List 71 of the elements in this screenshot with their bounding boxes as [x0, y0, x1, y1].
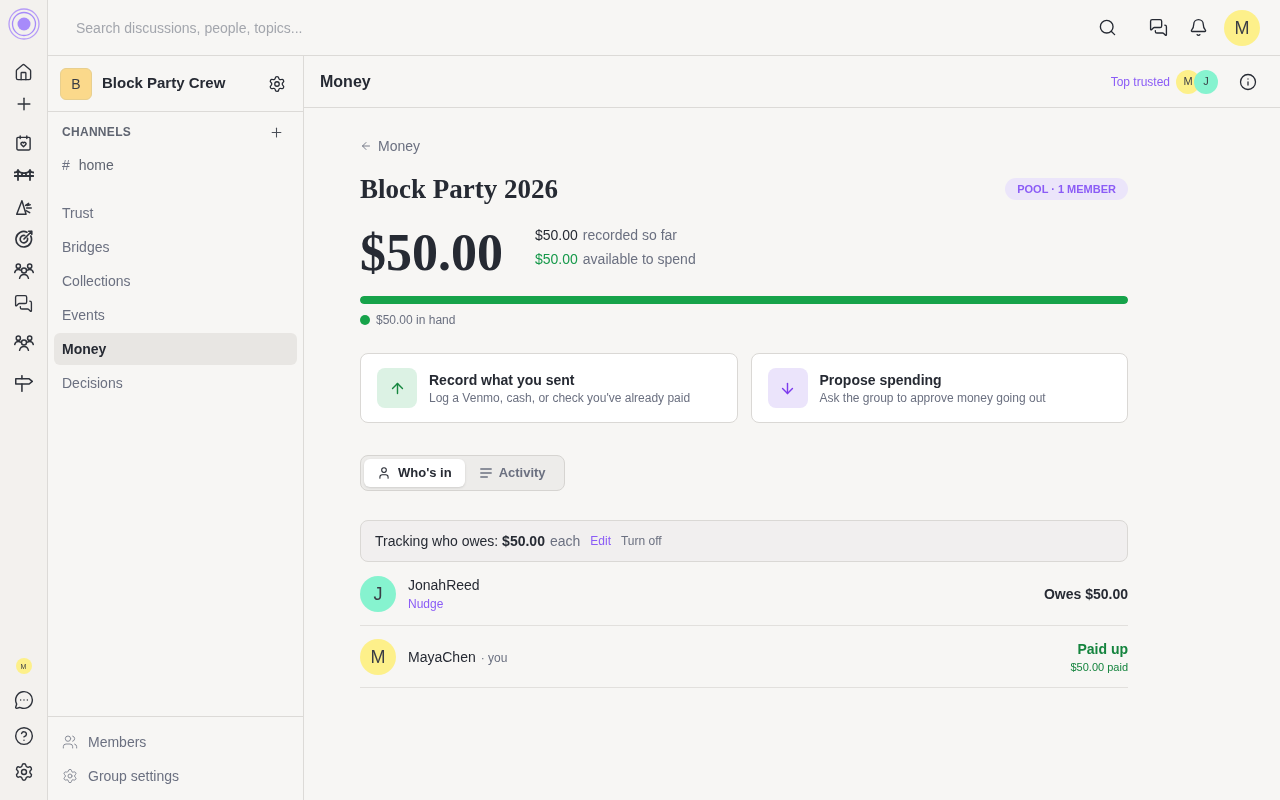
user-avatar[interactable]: M	[1224, 9, 1260, 46]
people-icon[interactable]	[13, 335, 34, 351]
stat-label: available to spend	[582, 250, 696, 269]
member-status: Paid up	[1077, 639, 1128, 659]
nav-item[interactable]: Bridges	[54, 231, 297, 263]
group-avatar: B	[60, 67, 92, 100]
info-icon[interactable]	[1239, 72, 1257, 91]
action-title: Record what you sent	[429, 371, 576, 390]
legend-label: $50.00 in hand	[376, 312, 456, 328]
bridge-icon[interactable]	[13, 169, 34, 181]
people-icon[interactable]	[13, 263, 34, 279]
member-avatar[interactable]: J	[1194, 69, 1218, 94]
stat-label: recorded so far	[582, 226, 677, 245]
channel-item[interactable]: # home	[54, 151, 297, 179]
member-note: · you	[480, 649, 508, 666]
nav-item[interactable]: Events	[54, 299, 297, 331]
pool-badge: POOL · 1 MEMBER	[1005, 178, 1128, 200]
section-heading: CHANNELS	[62, 124, 132, 140]
arrow-down-icon	[767, 368, 808, 408]
signpost-icon[interactable]	[14, 374, 33, 392]
action-card[interactable]: Propose spending Ask the group to approve money going out	[750, 353, 1128, 423]
turn-off-link[interactable]: Turn off	[620, 533, 662, 549]
chat-bubble-icon[interactable]	[13, 690, 34, 710]
search-field[interactable]: Search discussions, people, topics...	[64, 9, 624, 46]
top-trusted-label[interactable]: Top trusted	[1110, 73, 1170, 90]
settings-icon	[62, 768, 78, 784]
nav-item[interactable]: Money	[54, 333, 297, 365]
arrow-left-icon	[360, 140, 372, 152]
arrow-up-icon	[377, 368, 417, 408]
tracking-unit: each	[549, 532, 581, 551]
member-name: MayaChen	[408, 647, 476, 667]
member-status: Owes $50.00	[1043, 584, 1128, 604]
footer-link[interactable]: Members	[54, 726, 297, 758]
chat-bubbles-icon[interactable]	[14, 293, 33, 313]
nav-item[interactable]: Trust	[54, 197, 297, 229]
lines-icon	[479, 468, 492, 478]
tab[interactable]: Who's in	[364, 459, 465, 487]
action-subtitle: Ask the group to approve money going out	[819, 390, 1046, 406]
page-title: Money	[320, 71, 371, 92]
member-paid-amount: $50.00 paid	[1070, 659, 1128, 675]
person-icon	[377, 466, 391, 480]
home-icon[interactable]	[14, 62, 33, 82]
nudge-link[interactable]: Nudge	[408, 596, 444, 612]
stat-amount: $50.00	[535, 250, 578, 269]
target-icon[interactable]	[14, 230, 33, 248]
action-title: Propose spending	[819, 371, 943, 390]
action-subtitle: Log a Venmo, cash, or check you've already paid	[429, 390, 691, 406]
pool-title: Block Party 2026	[360, 173, 558, 206]
people-icon	[62, 734, 78, 750]
settings-icon[interactable]	[268, 74, 286, 93]
footer-link[interactable]: Group settings	[54, 760, 297, 792]
nav-item[interactable]: Decisions	[54, 367, 297, 399]
edit-link[interactable]: Edit	[590, 533, 611, 549]
plus-icon[interactable]	[269, 124, 284, 140]
settings-icon[interactable]	[13, 762, 34, 782]
member-name: JonahReed	[408, 576, 480, 595]
member-avatar: M	[360, 638, 396, 675]
stat-amount: $50.00	[535, 226, 578, 245]
pool-total: $50.00	[360, 223, 503, 283]
nav-item[interactable]: Collections	[54, 265, 297, 297]
tracking-text: Tracking who owes: $50.00	[375, 532, 545, 551]
tab[interactable]: Activity	[464, 459, 561, 487]
group-name: Block Party Crew	[102, 73, 226, 94]
chat-bubbles-icon[interactable]	[1149, 18, 1168, 37]
back-link[interactable]: Money	[360, 136, 421, 156]
action-card[interactable]: Record what you sent Log a Venmo, cash, or check you've already paid	[360, 353, 738, 423]
help-icon[interactable]	[13, 726, 34, 746]
party-cone-icon[interactable]	[15, 199, 32, 215]
bell-icon[interactable]	[1189, 18, 1208, 37]
member-avatar: J	[360, 575, 396, 612]
search-icon[interactable]	[1098, 18, 1117, 37]
